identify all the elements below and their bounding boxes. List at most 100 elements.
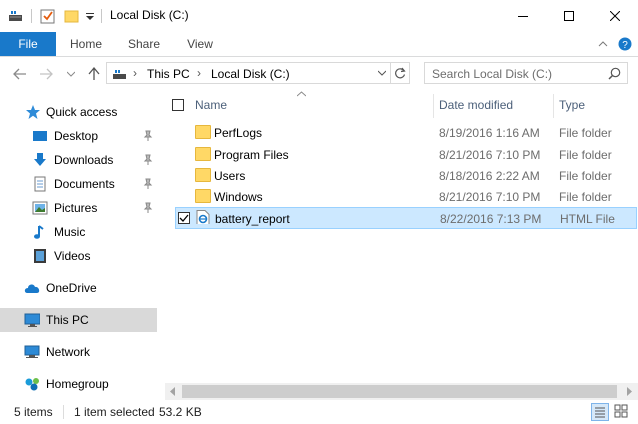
row-checkbox[interactable] [178, 212, 190, 224]
download-arrow-icon [34, 153, 46, 166]
file-name: PerfLogs [214, 126, 263, 140]
back-button[interactable] [11, 65, 29, 83]
tab-home[interactable]: Home [60, 32, 112, 56]
nav-quick-access[interactable]: Quick access [0, 101, 157, 123]
videos-icon [34, 249, 46, 263]
qat-separator [31, 9, 32, 23]
file-date: 8/18/2016 2:22 AM [439, 169, 540, 183]
tab-file[interactable]: File [0, 32, 56, 56]
selection-size: 53.2 KB [159, 405, 202, 419]
pin-icon[interactable] [143, 154, 153, 166]
folder-icon [195, 147, 211, 161]
chevron-down-icon [377, 70, 386, 76]
search-icon[interactable] [608, 67, 621, 80]
music-note-icon [34, 225, 44, 239]
nav-network[interactable]: Network [0, 341, 157, 363]
nav-desktop[interactable]: Desktop [0, 125, 157, 147]
help-icon[interactable]: ? [618, 37, 632, 51]
up-button[interactable] [85, 65, 103, 83]
nav-pictures[interactable]: Pictures [0, 197, 157, 219]
expand-ribbon-icon[interactable] [598, 40, 608, 48]
nav-documents[interactable]: Documents [0, 173, 157, 195]
file-type: File folder [559, 148, 612, 162]
new-folder-icon[interactable] [64, 8, 80, 24]
breadcrumb-this-pc[interactable]: This PC [147, 67, 190, 81]
file-row-program-files[interactable]: Program Files 8/21/2016 7:10 PM File fol… [175, 144, 637, 165]
pictures-icon [32, 201, 48, 215]
nav-this-pc[interactable]: This PC [0, 308, 157, 332]
window-title: Local Disk (C:) [110, 8, 189, 22]
drive-small-icon [113, 70, 126, 79]
refresh-button[interactable] [391, 63, 409, 83]
scroll-right-icon[interactable] [625, 387, 633, 396]
close-icon [610, 11, 620, 21]
nav-label: Homegroup [46, 377, 109, 391]
recent-locations-button[interactable] [62, 65, 80, 83]
star-icon [26, 105, 40, 119]
nav-label: This PC [46, 313, 89, 327]
pin-icon[interactable] [143, 202, 153, 214]
column-divider[interactable] [433, 94, 434, 118]
nav-music[interactable]: Music [0, 221, 157, 243]
nav-videos[interactable]: Videos [0, 245, 157, 267]
title-bar: Local Disk (C:) [0, 0, 638, 32]
nav-onedrive[interactable]: OneDrive [0, 277, 157, 299]
file-row-perflogs[interactable]: PerfLogs 8/19/2016 1:16 AM File folder [175, 122, 637, 143]
nav-label: OneDrive [46, 281, 97, 295]
file-row-users[interactable]: Users 8/18/2016 2:22 AM File folder [175, 165, 637, 186]
file-date: 8/21/2016 7:10 PM [439, 190, 541, 204]
nav-label: Music [54, 225, 86, 239]
search-input[interactable]: Search Local Disk (C:) [432, 67, 552, 81]
forward-button[interactable] [37, 65, 55, 83]
tab-view[interactable]: View [174, 32, 226, 56]
properties-icon[interactable] [40, 8, 56, 24]
details-view-button[interactable] [591, 403, 609, 421]
file-list: Name Date modified Type PerfLogs 8/19/20… [165, 90, 638, 380]
file-type: File folder [559, 126, 612, 140]
select-all-checkbox[interactable] [172, 99, 184, 111]
minimize-icon [518, 16, 528, 17]
checkmark-icon [179, 214, 189, 222]
minimize-button[interactable] [500, 0, 546, 32]
large-icons-view-button[interactable] [613, 403, 631, 421]
nav-label: Quick access [46, 105, 118, 119]
scroll-left-icon[interactable] [169, 387, 177, 396]
nav-homegroup[interactable]: Homegroup [0, 373, 157, 395]
maximize-button[interactable] [546, 0, 592, 32]
file-row-battery-report[interactable]: battery_report 8/22/2016 7:13 PM HTML Fi… [175, 207, 637, 229]
details-view-icon [595, 407, 605, 418]
scrollbar-thumb[interactable] [182, 385, 617, 398]
close-button[interactable] [592, 0, 638, 32]
drive-icon [9, 11, 22, 21]
forward-arrow-icon [40, 68, 53, 80]
svg-text:?: ? [622, 40, 628, 51]
homegroup-icon [25, 378, 39, 391]
file-date: 8/19/2016 1:16 AM [439, 126, 540, 140]
column-divider[interactable] [553, 94, 554, 118]
breadcrumb-chevron-icon: › [197, 66, 201, 80]
up-arrow-icon [88, 67, 100, 80]
file-date: 8/21/2016 7:10 PM [439, 148, 541, 162]
pin-icon[interactable] [143, 130, 153, 142]
computer-icon [24, 313, 40, 327]
pin-icon[interactable] [143, 178, 153, 190]
file-name: Windows [214, 190, 263, 204]
address-bar[interactable]: › This PC › Local Disk (C:) [106, 62, 410, 84]
tab-share[interactable]: Share [118, 32, 170, 56]
search-box[interactable]: Search Local Disk (C:) [424, 62, 628, 84]
nav-downloads[interactable]: Downloads [0, 149, 157, 171]
documents-icon [34, 176, 46, 192]
column-header-type[interactable]: Type [559, 98, 585, 112]
address-dropdown-button[interactable] [373, 63, 390, 83]
breadcrumb-local-disk[interactable]: Local Disk (C:) [211, 67, 290, 81]
item-count: 5 items [14, 405, 53, 419]
nav-label: Videos [54, 249, 91, 263]
horizontal-scrollbar[interactable] [165, 383, 638, 400]
selection-count: 1 item selected [74, 405, 155, 419]
qat-dropdown-icon[interactable] [86, 13, 95, 21]
column-header-date[interactable]: Date modified [439, 98, 513, 112]
column-header-name[interactable]: Name [195, 98, 227, 112]
file-row-windows[interactable]: Windows 8/21/2016 7:10 PM File folder [175, 186, 637, 207]
file-name: battery_report [215, 212, 290, 226]
navigation-pane: Quick access Desktop Downloads Documents… [0, 90, 157, 398]
